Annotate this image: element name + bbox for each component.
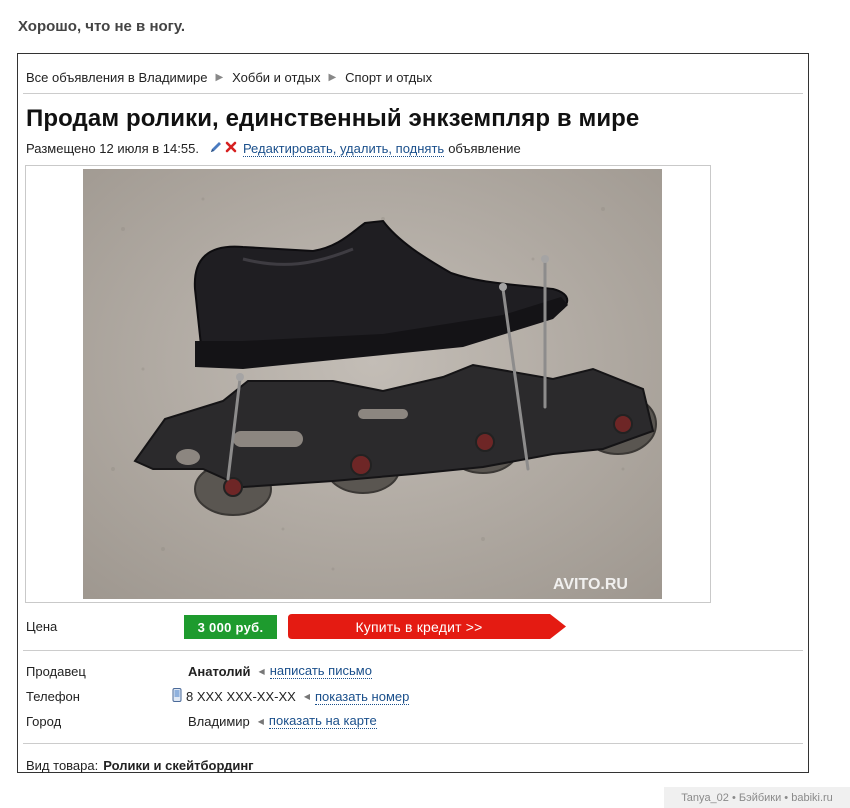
edit-link[interactable]: Редактировать, удалить, поднять xyxy=(242,141,445,157)
breadcrumb-hobby[interactable]: Хобби и отдых xyxy=(232,70,320,85)
edit-suffix: объявление xyxy=(448,141,521,156)
show-number-link[interactable]: показать номер xyxy=(314,689,410,705)
breadcrumb: Все объявления в Владимире ▶ Хобби и отд… xyxy=(26,70,432,85)
divider xyxy=(23,650,803,651)
seller-label: Продавец xyxy=(26,664,86,679)
city-label: Город xyxy=(26,714,62,729)
divider xyxy=(23,93,803,94)
breadcrumb-all-ads[interactable]: Все объявления в Владимире xyxy=(26,70,207,85)
ad-card: Все объявления в Владимире ▶ Хобби и отд… xyxy=(17,53,809,773)
breadcrumb-separator-icon: ▶ xyxy=(215,72,224,83)
avito-watermark: AVITO.RU xyxy=(553,576,628,593)
arrow-left-icon: ◀ xyxy=(258,666,265,676)
posted-row: Размещено 12 июля в 14:55. Редактировать… xyxy=(26,140,521,157)
post-caption: Хорошо, что не в ногу. xyxy=(18,18,186,35)
item-type-row: Вид товара: Ролики и скейтбординг xyxy=(26,758,254,773)
phone-label: Телефон xyxy=(26,689,80,704)
city-row: Владимир ◀ показать на карте xyxy=(188,713,377,729)
breadcrumb-sport[interactable]: Спорт и отдых xyxy=(345,70,432,85)
pencil-icon[interactable] xyxy=(209,140,223,157)
buy-on-credit-label: Купить в кредит >> xyxy=(355,618,483,635)
phone-row: 8 XXX XXX-XX-XX ◀ показать номер xyxy=(172,688,410,705)
item-type-label: Вид товара: xyxy=(26,758,99,773)
ad-title: Продам ролики, единственный энкземпляр в… xyxy=(26,105,640,132)
arrow-left-icon: ◀ xyxy=(303,692,310,701)
photo-frame: AVITO.RU xyxy=(25,165,711,603)
show-on-map-link[interactable]: показать на карте xyxy=(268,713,377,729)
price-label: Цена xyxy=(26,619,58,634)
breadcrumb-separator-icon: ▶ xyxy=(328,72,337,83)
arrow-left-icon: ◀ xyxy=(257,716,264,726)
delete-icon[interactable] xyxy=(225,141,237,156)
write-letter-link[interactable]: написать письмо xyxy=(269,663,372,679)
seller-row: Анатолий ◀ написать письмо xyxy=(188,663,372,679)
city-name: Владимир xyxy=(188,713,250,729)
ad-photo[interactable]: AVITO.RU xyxy=(83,169,662,599)
posted-date: Размещено 12 июля в 14:55. xyxy=(26,141,199,156)
buy-on-credit-button[interactable]: Купить в кредит >> xyxy=(288,614,566,639)
divider xyxy=(23,743,803,744)
price-badge: 3 000 руб. xyxy=(184,615,277,639)
item-type-value: Ролики и скейтбординг xyxy=(103,758,254,773)
phone-number: 8 XXX XXX-XX-XX xyxy=(186,689,296,704)
phone-icon xyxy=(172,688,182,705)
seller-name: Анатолий xyxy=(188,663,251,679)
source-credit: Tanya_02 • Бэйбики • babiki.ru xyxy=(664,787,850,808)
